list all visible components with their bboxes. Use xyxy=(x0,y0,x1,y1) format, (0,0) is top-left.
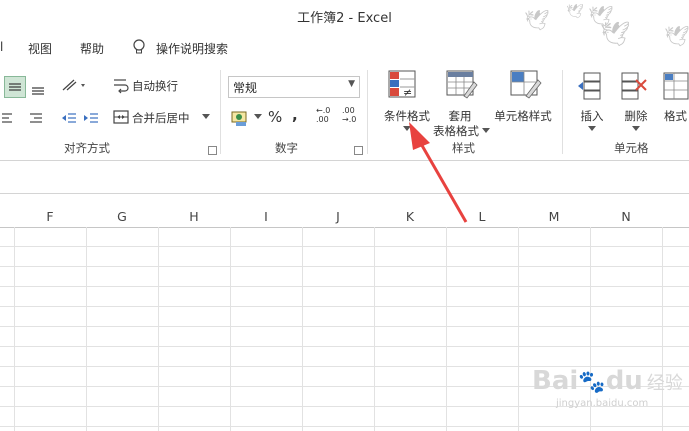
baidu-watermark-logo: Bai🐾du 经验 xyxy=(532,366,683,396)
watermark-url: jingyan.baidu.com xyxy=(556,398,649,409)
paw-icon: 🐾 xyxy=(578,370,606,395)
